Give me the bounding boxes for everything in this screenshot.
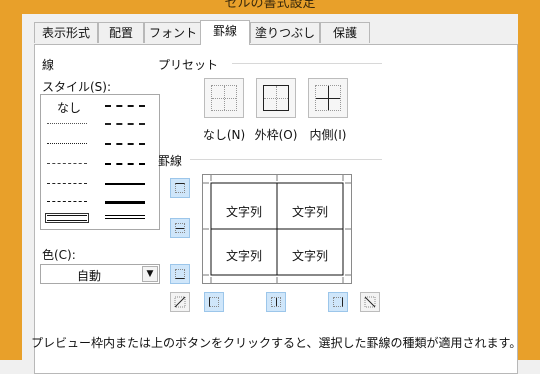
line-group-title: 線 [42,58,55,72]
line-style-medium-dash-dot-dot[interactable] [105,105,145,107]
line-style-hair[interactable] [47,123,87,124]
border-group-title: 罫線 [158,154,183,168]
border-inside-horizontal-button[interactable] [170,218,190,238]
line-style-double[interactable] [105,215,145,219]
preset-outline-label: 外枠(O) [254,128,298,142]
preview-cell-text: 文字列 [225,249,262,263]
tab-font[interactable]: フォント [144,22,202,43]
tab-protection[interactable]: 保護 [320,22,370,43]
window-frame-left [0,14,22,360]
line-style-dash-dot[interactable] [47,183,87,184]
preset-outline-button[interactable] [256,78,296,118]
line-style-thick[interactable] [105,201,145,204]
preview-cell-text: 文字列 [291,205,328,219]
line-style-medium-dash-dot[interactable] [105,143,145,145]
color-dropdown[interactable]: 自動 ▼ [40,264,160,284]
window-title: セルの書式設定 [224,0,316,11]
border-diagonal-down-button[interactable] [360,292,380,312]
preset-inside-icon [315,85,341,111]
color-dropdown-value: 自動 [76,269,101,283]
line-style-list[interactable]: なし [40,94,160,230]
tab-fill[interactable]: 塗りつぶし [250,22,320,43]
diagonal-up-icon [174,296,186,308]
border-diagonal-up-button[interactable] [170,292,190,312]
border-inside-horizontal-icon [175,223,185,233]
color-label: 色(C): [42,248,76,262]
border-top-button[interactable] [170,178,190,198]
presets-title: プリセット [158,58,219,72]
diagonal-down-icon [364,296,376,308]
border-preview[interactable]: 文字列 文字列 文字列 文字列 [202,174,352,284]
tab-border[interactable]: 罫線 [200,20,250,45]
border-left-icon [209,297,219,307]
preview-grid [203,175,351,283]
border-separator [190,159,382,160]
line-style-none-label: なし [57,101,82,115]
chevron-down-icon[interactable]: ▼ [142,266,158,282]
preset-outline-icon [263,85,289,111]
preset-none-icon [211,85,237,111]
preview-cell-text: 文字列 [291,249,328,263]
line-style-dashed[interactable] [47,201,87,202]
tab-number-format[interactable]: 表示形式 [34,22,98,43]
border-left-button[interactable] [204,292,224,312]
border-right-icon [333,297,343,307]
border-bottom-icon [175,269,185,279]
preset-none-label: なし(N) [202,128,246,142]
line-style-medium-dashed[interactable] [105,163,145,165]
preset-inside-button[interactable] [308,78,348,118]
preview-cell-text: 文字列 [225,205,262,219]
line-style-thin-selected[interactable] [45,213,89,223]
title-bar: セルの書式設定 [0,0,540,14]
preset-none-button[interactable] [204,78,244,118]
border-top-icon [175,183,185,193]
style-label: スタイル(S): [42,80,112,94]
border-inside-vertical-icon [271,297,281,307]
border-inside-vertical-button[interactable] [266,292,286,312]
line-style-dash-dot-dot[interactable] [47,163,87,164]
line-style-slant-dash-dot[interactable] [105,123,145,125]
border-right-button[interactable] [328,292,348,312]
preset-inside-label: 内側(I) [309,128,347,142]
tab-alignment[interactable]: 配置 [98,22,144,43]
presets-separator [232,63,382,64]
window-frame-right [518,14,540,360]
line-style-medium[interactable] [105,183,145,185]
help-text: プレビュー枠内または上のボタンをクリックすると、選択した罫線の種類が適用されます… [31,336,522,350]
border-bottom-button[interactable] [170,264,190,284]
line-style-dotted[interactable] [47,143,87,144]
